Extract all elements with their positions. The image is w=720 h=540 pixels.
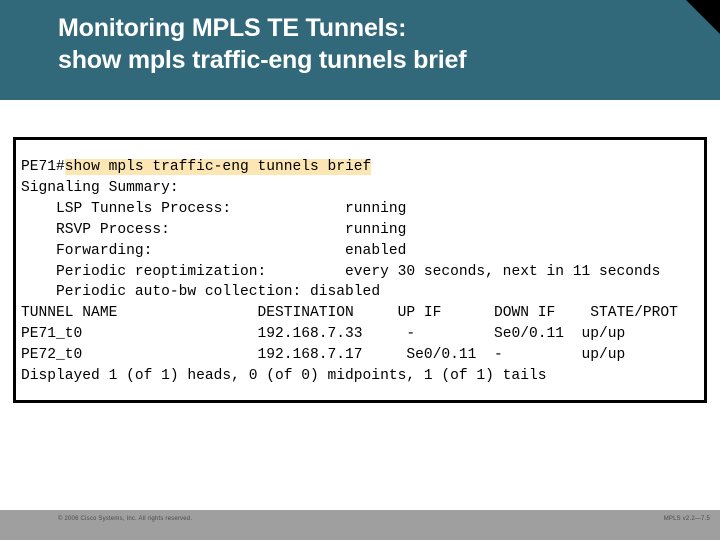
row-pad-0a	[82, 326, 257, 342]
cell-destination-1: 192.168.7.17	[257, 347, 363, 364]
terminal-summary-line: Displayed 1 (of 1) heads, 0 (of 0) midpo…	[21, 368, 547, 385]
cell-destination-0: 192.168.7.33	[257, 326, 363, 343]
table-header-tunnel-name: TUNNEL NAME	[21, 305, 118, 322]
slide-header-band: Monitoring MPLS TE Tunnels: show mpls tr…	[0, 0, 720, 100]
slide-footer-band: © 2006 Cisco Systems, Inc. All rights re…	[0, 510, 720, 540]
table-row: PE72_t0 192.168.7.17 Se0/0.11 - up/up	[21, 347, 625, 363]
table-header-down-if: DOWN IF	[493, 305, 556, 322]
signaling-summary-label: Signaling Summary:	[21, 179, 179, 196]
summary-pad-1	[170, 222, 345, 238]
terminal-output-text: PE71#show mpls traffic-eng tunnels brief…	[21, 157, 678, 387]
summary-label-rsvp: RSVP Process:	[56, 221, 170, 238]
summary-value-autobw: disabled	[310, 284, 381, 301]
copyright-notice: © 2006 Cisco Systems, Inc. All rights re…	[58, 516, 193, 522]
cell-tunnel-name-0: PE71_t0	[21, 326, 83, 343]
table-header-destination: DESTINATION	[257, 305, 354, 322]
summary-label-autobw: Periodic auto-bw collection:	[56, 284, 302, 301]
cell-tunnel-name-1: PE72_t0	[21, 347, 83, 364]
cell-down-if-0: Se0/0.11	[493, 326, 565, 343]
row-pad-0b	[363, 326, 407, 342]
summary-pad-4	[301, 284, 310, 300]
summary-pad-2	[152, 243, 345, 259]
hdr-pad-3	[555, 305, 590, 321]
summary-value-rsvp: running	[345, 221, 407, 238]
row-pad-1c	[476, 347, 494, 363]
row-pad-1b	[363, 347, 407, 363]
cell-state-prot-0: up/up	[581, 326, 626, 343]
terminal-output-box: PE71#show mpls traffic-eng tunnels brief…	[13, 137, 707, 403]
hdr-pad-1	[354, 305, 398, 321]
row-pad-0c	[415, 326, 494, 342]
row-pad-0d	[564, 326, 582, 342]
summary-value-forwarding: enabled	[345, 242, 407, 259]
cell-state-prot-1: up/up	[581, 347, 626, 364]
cell-down-if-1: -	[493, 347, 503, 364]
summary-label-forwarding: Forwarding:	[56, 242, 153, 259]
terminal-prompt: PE71#	[21, 159, 65, 175]
page-title: Monitoring MPLS TE Tunnels: show mpls tr…	[58, 14, 467, 74]
table-row: PE71_t0 192.168.7.33 - Se0/0.11 up/up	[21, 326, 625, 342]
course-code-label: MPLS v2.2—7.5	[663, 516, 710, 522]
summary-value-lsp: running	[345, 200, 407, 217]
cell-up-if-1: Se0/0.11	[406, 347, 477, 364]
summary-label-reopt: Periodic reoptimization:	[56, 263, 267, 280]
row-pad-1d	[503, 347, 582, 363]
row-pad-1a	[82, 347, 257, 363]
hdr-pad-2	[441, 305, 494, 321]
table-header-up-if: UP IF	[397, 305, 442, 322]
summary-pad-0	[231, 201, 345, 217]
summary-pad-3	[266, 264, 345, 280]
corner-wedge-decoration	[686, 0, 720, 34]
summary-value-reopt: every 30 seconds, next in 11 seconds	[345, 263, 661, 280]
cell-up-if-0: -	[406, 326, 416, 343]
hdr-pad-0	[117, 305, 257, 321]
summary-label-lsp: LSP Tunnels Process:	[56, 200, 232, 217]
table-header-state-prot: STATE/PROT	[590, 305, 678, 322]
terminal-command: show mpls traffic-eng tunnels brief	[64, 159, 372, 175]
